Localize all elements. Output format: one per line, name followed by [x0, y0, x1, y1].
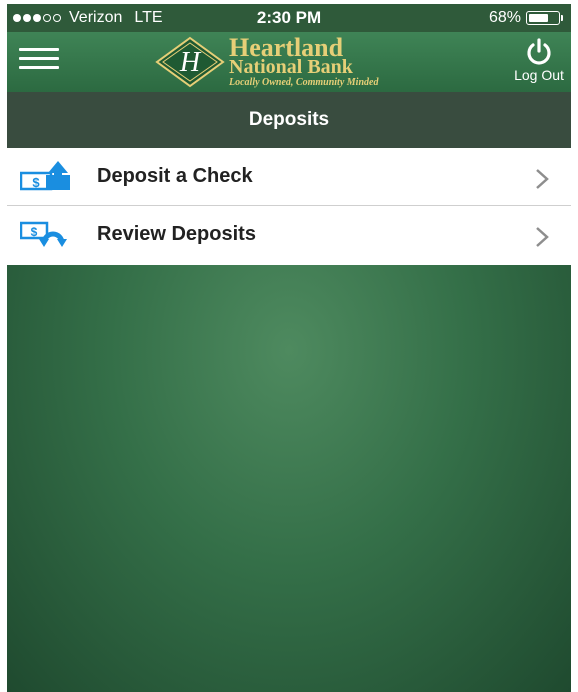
battery-fill [529, 14, 548, 22]
menu-line [19, 57, 59, 60]
content-background [7, 265, 571, 692]
review-deposits-label: Review Deposits [97, 223, 256, 245]
logout-label: Log Out [514, 67, 564, 83]
hamburger-menu-icon[interactable] [19, 48, 59, 76]
status-time: 2:30 PM [256, 8, 322, 27]
battery-percent: 68% [488, 9, 521, 26]
deposit-check-icon: $ [20, 161, 70, 191]
power-icon [527, 38, 551, 65]
deposits-menu: $ Deposit a Check $ Review Deposits [7, 148, 571, 265]
deposit-check-item[interactable]: $ Deposit a Check [7, 148, 571, 206]
review-deposits-item[interactable]: $ Review Deposits [7, 206, 571, 265]
app-header: H Heartland National Bank Locally Owned,… [7, 32, 571, 92]
battery-tip [561, 15, 563, 21]
page-title: Deposits [7, 92, 571, 148]
menu-line [19, 66, 59, 69]
phone-screen: Verizon LTE 2:30 PM 68% H Heartland Nati [7, 4, 571, 692]
review-deposits-icon: $ [20, 221, 67, 247]
heartland-emblem-icon: H [155, 36, 225, 88]
svg-text:$: $ [31, 225, 38, 239]
chevron-right-icon [536, 169, 549, 189]
svg-text:$: $ [32, 175, 40, 190]
menu-line [19, 48, 59, 51]
brand-tagline: Locally Owned, Community Minded [229, 77, 379, 88]
emblem-letter: H [179, 47, 202, 78]
deposit-check-label: Deposit a Check [97, 165, 253, 187]
status-right: 68% [489, 9, 563, 27]
brand-name-line2: National Bank [229, 56, 353, 78]
chevron-right-icon [536, 227, 549, 247]
battery-icon [526, 11, 560, 25]
status-bar: Verizon LTE 2:30 PM 68% [7, 4, 571, 32]
bank-logo: H Heartland National Bank Locally Owned,… [155, 34, 455, 90]
logout-button[interactable]: Log Out [509, 38, 569, 88]
